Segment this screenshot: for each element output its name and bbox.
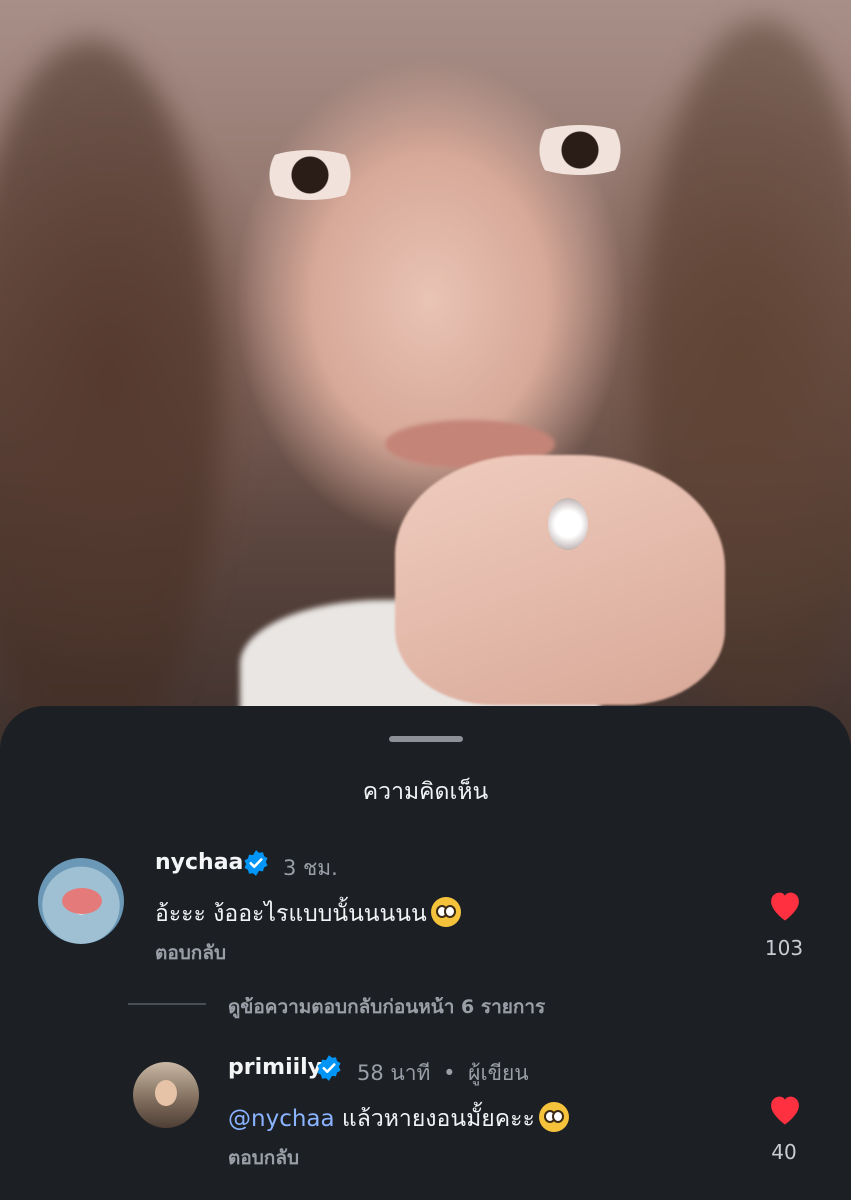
comment-text: อ้ะะะ ง้ออะไรแบบนั้นนนนน [155, 896, 461, 932]
reply-meta: 58 นาที • ผู้เขียน [357, 1057, 529, 1090]
comments-sheet: ความคิดเห็น nychaa 3 ชม. อ้ะะะ ง้ออะไรแบ… [0, 706, 851, 1200]
avatar[interactable] [133, 1062, 199, 1128]
post-photo [0, 0, 851, 760]
author-label: ผู้เขียน [468, 1061, 529, 1085]
like-heart-icon[interactable] [766, 888, 804, 922]
avatar[interactable] [38, 858, 124, 944]
pleading-face-icon [538, 1102, 569, 1132]
mention-link[interactable]: @nychaa [228, 1106, 335, 1132]
divider [128, 1003, 206, 1005]
verified-icon [317, 1055, 341, 1081]
view-previous-replies-link[interactable]: ดูข้อความตอบกลับก่อนหน้า 6 รายการ [228, 992, 545, 1022]
comment-username[interactable]: nychaa [155, 850, 243, 875]
sheet-drag-handle[interactable] [389, 736, 463, 742]
reply-button[interactable]: ตอบกลับ [228, 1143, 299, 1173]
reply-time: 58 นาที [357, 1061, 431, 1085]
like-count: 40 [771, 1140, 797, 1164]
verified-icon [244, 850, 268, 876]
pleading-face-icon [430, 897, 461, 927]
sheet-title: ความคิดเห็น [362, 779, 489, 805]
like-count: 103 [764, 936, 804, 960]
reply-button[interactable]: ตอบกลับ [155, 938, 226, 968]
comment-time: 3 ชม. [283, 856, 338, 880]
like-heart-icon[interactable] [766, 1092, 804, 1126]
reply-username[interactable]: primiily [228, 1055, 322, 1080]
meta-separator: • [443, 1061, 456, 1085]
reply-text: @nychaa แล้วหายงอนมั้ยคะะ [228, 1101, 569, 1137]
